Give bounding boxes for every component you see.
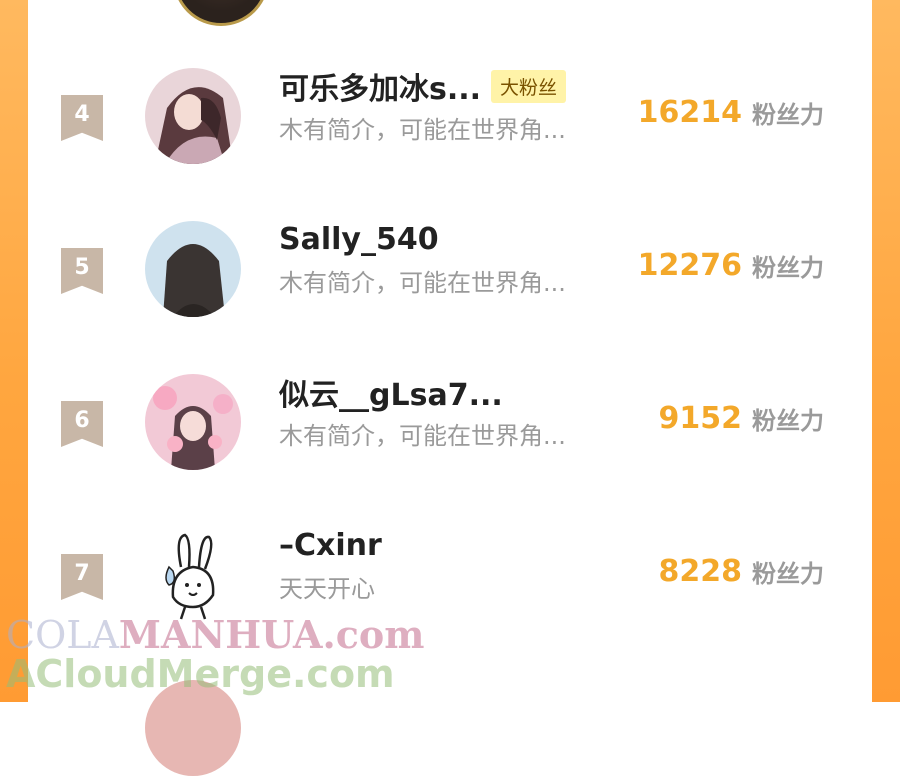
watermark-acloudmerge: ACloudMerge.com	[6, 652, 395, 696]
list-item[interactable]: 4 可乐多加冰s... 大粉丝 木有简介，可能在世界角... 16214 粉丝力	[28, 52, 872, 202]
big-fan-badge: 大粉丝	[491, 69, 567, 103]
watermark-colamanhua: COLAMANHUA.com	[6, 612, 425, 657]
rank-badge: 7	[61, 554, 103, 600]
fan-power-score: 8228 粉丝力	[659, 551, 825, 591]
user-bio: 木有简介，可能在世界角...	[279, 269, 566, 297]
user-bio: 木有简介，可能在世界角...	[279, 422, 566, 450]
user-name[interactable]: –Cxinr	[279, 528, 382, 563]
user-name[interactable]: Sally_540	[279, 222, 439, 257]
list-item[interactable]: 5 Sally_540 木有简介，可能在世界角... 12276 粉丝力	[28, 205, 872, 355]
rank-badge: 4	[61, 95, 103, 141]
score-unit: 粉丝力	[752, 406, 824, 435]
left-orange-border	[0, 0, 28, 702]
score-value: 8228	[658, 553, 743, 589]
avatar[interactable]	[145, 68, 241, 164]
user-bio: 天天开心	[279, 575, 375, 603]
user-name[interactable]: 可乐多加冰s...	[279, 64, 481, 108]
list-item[interactable]: 6 似云__gLsa7... 木有简介，可能在世界角... 9152 粉丝力	[28, 358, 872, 508]
fan-power-score: 12276 粉丝力	[638, 245, 824, 285]
previous-avatar-partial	[173, 0, 269, 26]
rank-badge: 5	[61, 248, 103, 294]
avatar[interactable]	[145, 221, 241, 317]
right-orange-border	[872, 0, 900, 702]
fan-power-score: 16214 粉丝力	[638, 92, 824, 132]
score-value: 9152	[658, 400, 743, 436]
score-value: 16214	[637, 94, 742, 130]
fan-power-score: 9152 粉丝力	[659, 398, 825, 438]
avatar[interactable]	[145, 374, 241, 470]
user-name[interactable]: 似云__gLsa7...	[279, 370, 503, 414]
user-bio: 木有简介，可能在世界角...	[279, 116, 566, 144]
fan-ranking-list: 4 可乐多加冰s... 大粉丝 木有简介，可能在世界角... 16214 粉丝力…	[28, 0, 872, 776]
score-value: 12276	[637, 247, 742, 283]
avatar[interactable]	[145, 527, 241, 623]
rank-badge: 6	[61, 401, 103, 447]
score-unit: 粉丝力	[752, 559, 824, 588]
score-unit: 粉丝力	[752, 100, 824, 129]
score-unit: 粉丝力	[752, 253, 824, 282]
